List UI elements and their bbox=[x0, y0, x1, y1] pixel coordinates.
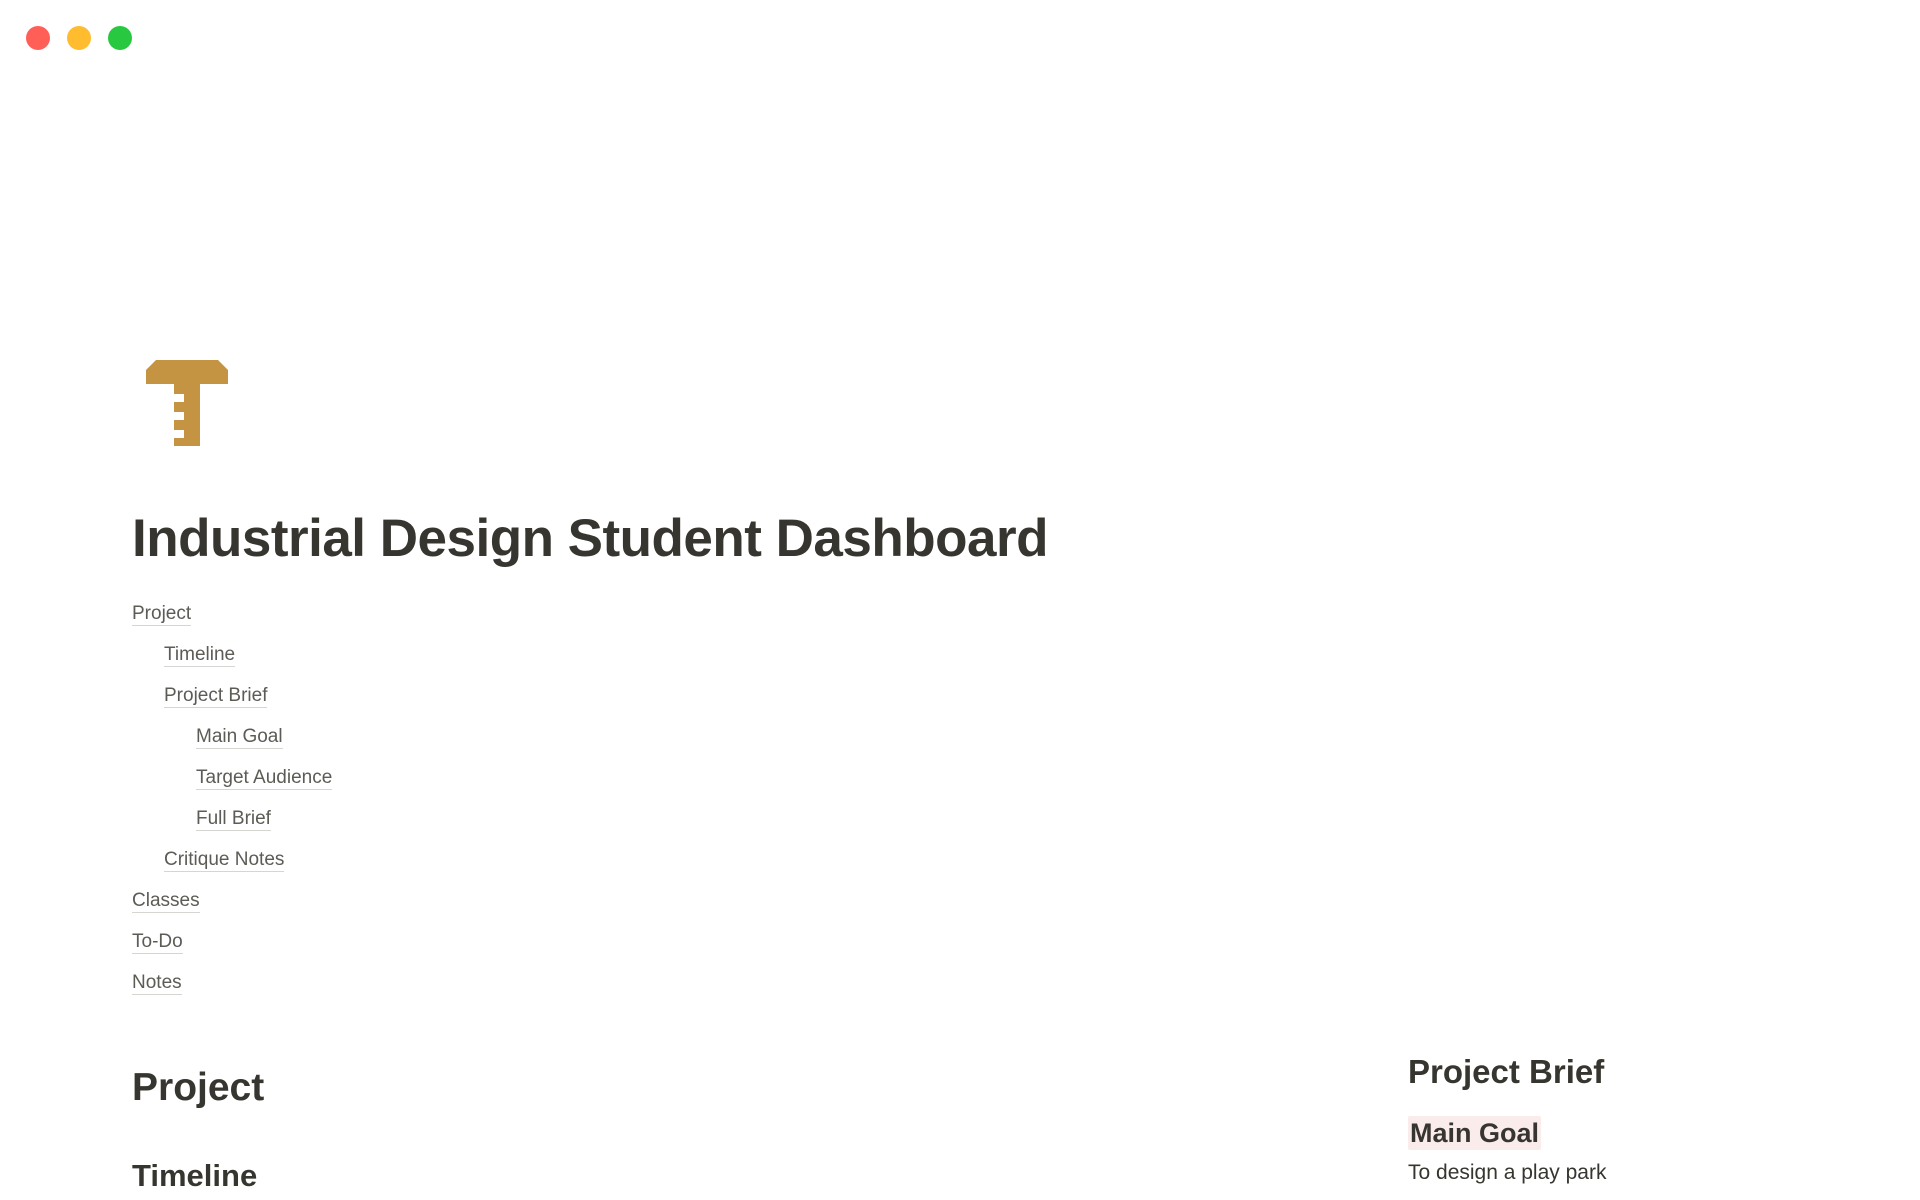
toc-link[interactable]: Notes bbox=[132, 972, 182, 995]
page-title: Industrial Design Student Dashboard bbox=[132, 509, 1048, 568]
toc-link[interactable]: Main Goal bbox=[196, 726, 283, 749]
toc-link[interactable]: Critique Notes bbox=[164, 849, 285, 872]
project-brief-heading: Project Brief bbox=[1408, 1053, 1605, 1090]
toc-link[interactable]: To-Do bbox=[132, 931, 183, 954]
toc-link[interactable]: Target Audience bbox=[196, 767, 333, 790]
toc-link[interactable]: Project Brief bbox=[164, 685, 268, 708]
toc-item-project-brief[interactable]: Project Brief bbox=[132, 676, 732, 717]
toc-item-to-do[interactable]: To-Do bbox=[132, 922, 732, 963]
project-heading: Project bbox=[132, 1066, 265, 1109]
toc-item-critique-notes[interactable]: Critique Notes bbox=[132, 840, 732, 881]
toc-item-classes[interactable]: Classes bbox=[132, 881, 732, 922]
app-window: Industrial Design Student Dashboard Proj… bbox=[0, 0, 1920, 1200]
toc-link[interactable]: Timeline bbox=[164, 644, 236, 667]
toc-link[interactable]: Classes bbox=[132, 890, 200, 913]
window-controls bbox=[26, 26, 132, 50]
toc-link[interactable]: Project bbox=[132, 603, 192, 626]
main-goal-text[interactable]: To design a play park bbox=[1408, 1160, 1828, 1186]
toc-link[interactable]: Full Brief bbox=[196, 808, 271, 831]
toc-item-main-goal[interactable]: Main Goal bbox=[132, 717, 732, 758]
toc-item-full-brief[interactable]: Full Brief bbox=[132, 799, 732, 840]
maximize-window-button[interactable] bbox=[108, 26, 132, 50]
toc-item-notes[interactable]: Notes bbox=[132, 963, 732, 1004]
ruler-tsquare-icon[interactable] bbox=[146, 360, 228, 446]
timeline-heading: Timeline bbox=[132, 1158, 258, 1193]
minimize-window-button[interactable] bbox=[67, 26, 91, 50]
project-brief-column: Project Brief Main Goal To design a play… bbox=[1408, 1050, 1828, 1186]
main-goal-heading: Main Goal bbox=[1408, 1116, 1542, 1150]
close-window-button[interactable] bbox=[26, 26, 50, 50]
table-of-contents: Project Timeline Project Brief Main Goal… bbox=[132, 594, 732, 1004]
toc-item-timeline[interactable]: Timeline bbox=[132, 635, 732, 676]
toc-item-target-audience[interactable]: Target Audience bbox=[132, 758, 732, 799]
toc-item-project[interactable]: Project bbox=[132, 594, 732, 635]
